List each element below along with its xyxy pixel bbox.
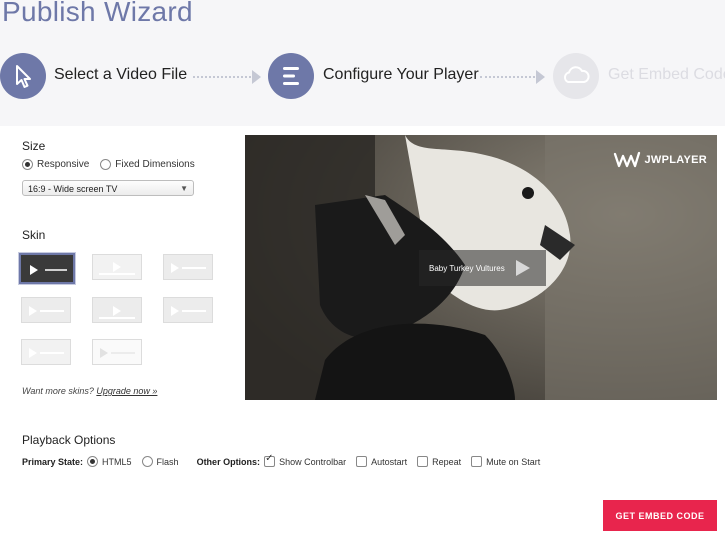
mute-on-start-checkbox[interactable]: [471, 456, 483, 467]
jwplayer-logo: JWPLAYER: [613, 149, 707, 171]
skin-option-2[interactable]: [92, 254, 142, 280]
progress-bar: [40, 352, 64, 354]
cursor-icon: [16, 65, 31, 88]
play-icon: [29, 306, 37, 316]
step-configure-player-label[interactable]: Configure Your Player: [323, 66, 479, 84]
play-icon: [113, 262, 121, 272]
step-arrow-icon: [252, 70, 261, 84]
video-title: Baby Turkey Vultures: [429, 263, 505, 273]
repeat-label: Repeat: [432, 456, 462, 467]
show-controlbar-checkbox[interactable]: [264, 453, 276, 467]
play-overlay[interactable]: Baby Turkey Vultures: [419, 250, 546, 286]
size-heading: Size: [22, 139, 46, 153]
step-select-video-label[interactable]: Select a Video File: [54, 66, 187, 84]
skin-option-5[interactable]: [92, 297, 142, 323]
cloud-icon: [563, 66, 590, 83]
mute-on-start-label: Mute on Start: [486, 456, 541, 467]
fixed-dimensions-radio[interactable]: [100, 159, 112, 170]
progress-bar: [111, 352, 135, 354]
flash-label: Flash: [156, 456, 179, 467]
size-options: Responsive Fixed Dimensions: [22, 159, 195, 170]
html5-label: HTML5: [102, 456, 132, 467]
playback-options-row: Primary State: HTML5 Flash Other Options…: [22, 453, 541, 467]
playback-options-heading: Playback Options: [22, 433, 116, 447]
repeat-checkbox[interactable]: [417, 456, 429, 467]
html5-radio[interactable]: [87, 456, 99, 467]
skin-option-8[interactable]: [92, 339, 142, 365]
player-preview[interactable]: JWPLAYER Baby Turkey Vultures: [245, 135, 717, 400]
play-icon: [113, 306, 121, 316]
more-skins-prefix: Want more skins?: [22, 386, 94, 396]
jwplayer-logo-text: JWPLAYER: [644, 154, 707, 166]
progress-bar: [182, 267, 206, 269]
step-get-embed-label[interactable]: Get Embed Code: [608, 66, 725, 84]
progress-bar: [99, 273, 135, 275]
progress-bar: [45, 269, 67, 271]
list-icon: [283, 67, 299, 85]
upgrade-link[interactable]: Upgrade now »: [96, 386, 157, 396]
jwplayer-logo-icon: [614, 151, 641, 168]
skin-option-3[interactable]: [163, 254, 213, 280]
primary-state-label: Primary State:: [22, 456, 84, 467]
skin-heading: Skin: [22, 228, 46, 242]
play-icon: [171, 263, 179, 273]
skin-option-6[interactable]: [163, 297, 213, 323]
step-get-embed-icon[interactable]: [553, 53, 599, 99]
more-skins-text: Want more skins? Upgrade now »: [22, 386, 157, 396]
play-icon: [30, 265, 38, 275]
step-configure-player-icon[interactable]: [268, 53, 314, 99]
progress-bar: [182, 310, 206, 312]
show-controlbar-label: Show Controlbar: [279, 456, 347, 467]
get-embed-code-button[interactable]: GET EMBED CODE: [603, 500, 717, 531]
chevron-down-icon: ▼: [180, 184, 188, 193]
step-connector: [193, 76, 251, 78]
play-icon: [100, 348, 108, 358]
step-arrow-icon: [536, 70, 545, 84]
autostart-checkbox[interactable]: [356, 456, 368, 467]
skin-option-1[interactable]: [19, 253, 75, 284]
step-connector: [480, 76, 535, 78]
page-title: Publish Wizard: [2, 0, 193, 27]
play-icon: [29, 348, 37, 358]
aspect-ratio-select[interactable]: 16:9 - Wide screen TV ▼: [22, 180, 194, 196]
play-icon: [516, 260, 530, 276]
step-select-video-icon[interactable]: [0, 53, 46, 99]
autostart-label: Autostart: [371, 456, 408, 467]
progress-bar: [40, 310, 64, 312]
responsive-label: Responsive: [37, 159, 90, 170]
other-options-label: Other Options:: [196, 456, 261, 467]
play-icon: [171, 306, 179, 316]
progress-bar: [99, 317, 135, 319]
skin-option-4[interactable]: [21, 297, 71, 323]
aspect-ratio-value: 16:9 - Wide screen TV: [28, 184, 118, 194]
skin-option-7[interactable]: [21, 339, 71, 365]
wizard-header: Publish Wizard Select a Video File Confi…: [0, 0, 725, 126]
fixed-dimensions-label: Fixed Dimensions: [115, 159, 195, 170]
responsive-radio[interactable]: [22, 159, 33, 170]
flash-radio[interactable]: [141, 456, 153, 467]
